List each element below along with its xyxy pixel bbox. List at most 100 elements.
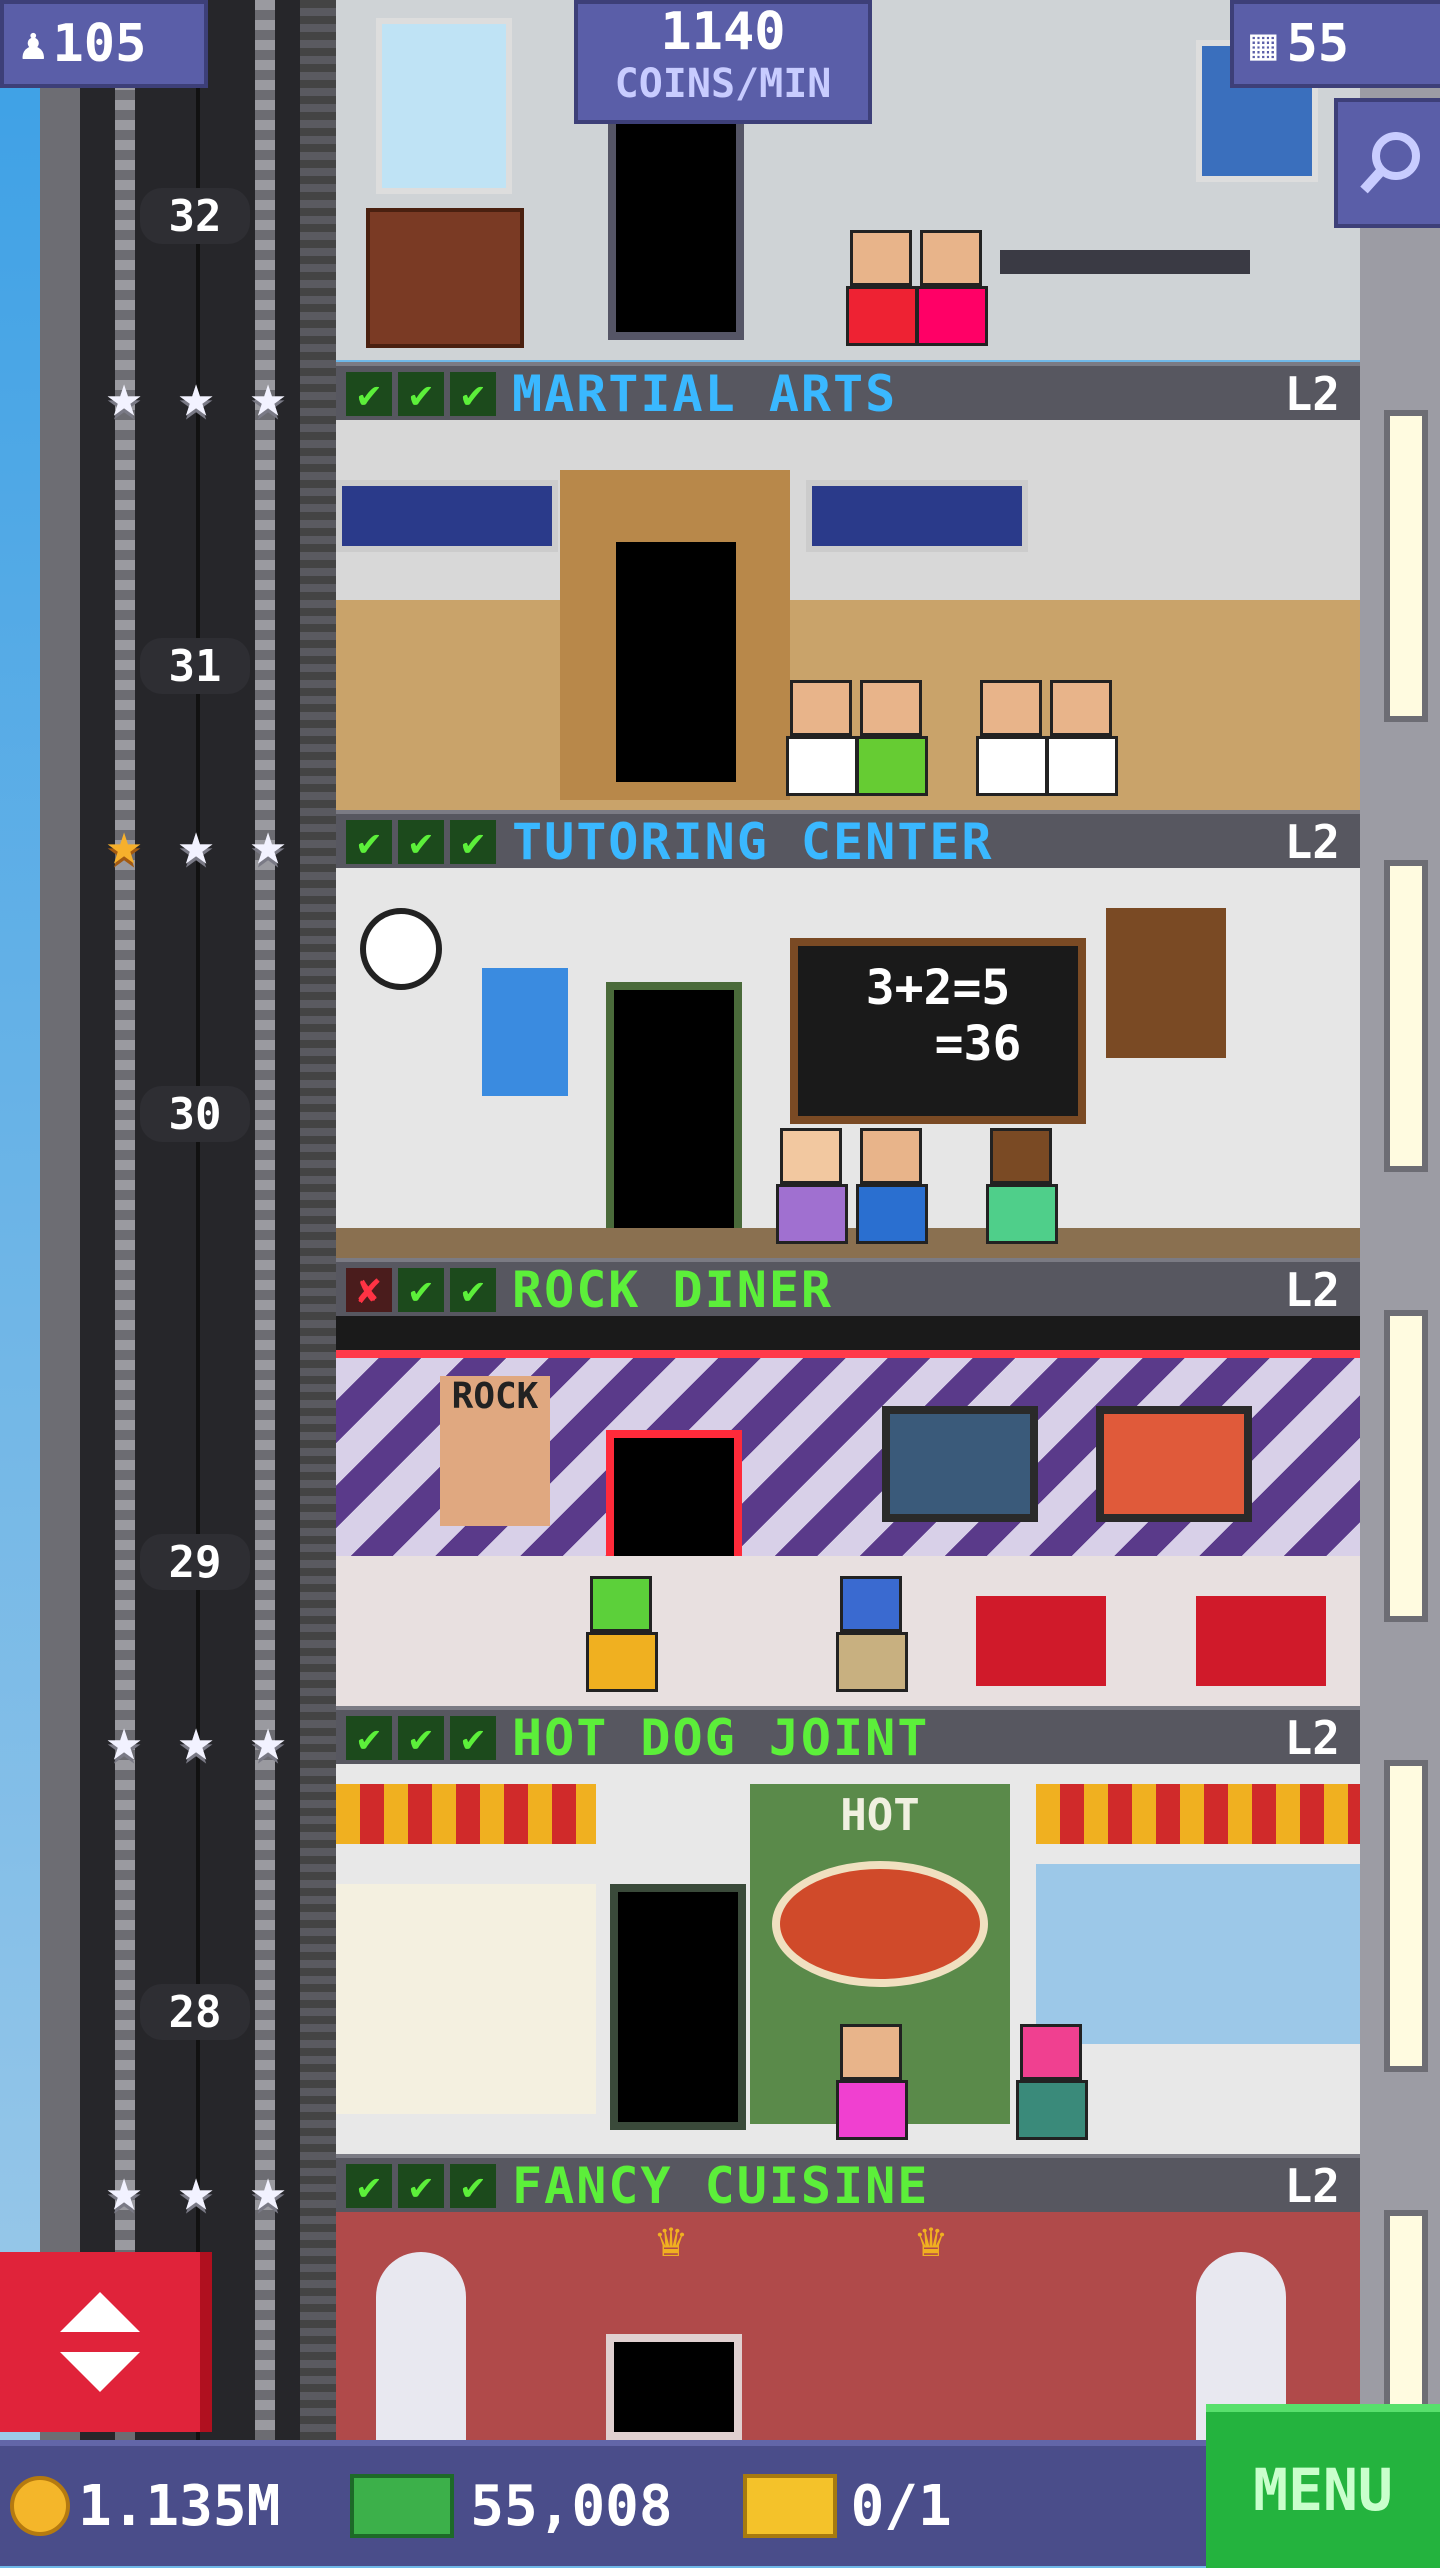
floor-banner[interactable]: ✔ ✔ ✔ TUTORING CENTER L2 <box>336 810 1360 871</box>
check-icon: ✔ <box>346 1716 392 1760</box>
poster-text: HOT <box>840 1790 920 1841</box>
check-icon: ✔ <box>398 2164 444 2208</box>
tower-resident[interactable] <box>986 1128 1058 1244</box>
tickets-display[interactable]: 0/1 <box>683 2474 952 2539</box>
bux-display[interactable]: 55,008 <box>290 2473 673 2539</box>
floor-level: L2 <box>1284 2159 1340 2213</box>
wall-banner <box>806 480 1028 552</box>
floor-banner[interactable]: ✔ ✔ ✔ HOT DOG JOINT L2 <box>336 1706 1360 1767</box>
tower-resident[interactable] <box>836 1576 908 1692</box>
ticket-icon <box>742 2474 837 2538</box>
apple-poster <box>482 968 568 1096</box>
floor-room[interactable]: ROCK <box>336 1316 1360 1706</box>
floor-number: 29 <box>140 1534 250 1590</box>
tower-resident[interactable] <box>776 1128 848 1244</box>
floor-counter[interactable]: ▦ 55 <box>1230 0 1440 88</box>
coins-per-minute-label: COINS/MIN <box>614 61 832 107</box>
desk <box>1000 250 1250 274</box>
floor-room[interactable]: HOT <box>336 1764 1360 2154</box>
bux-value: 55,008 <box>470 2473 673 2539</box>
menu-button[interactable]: MENU <box>1206 2404 1440 2568</box>
floor-number: 28 <box>140 1984 250 2040</box>
floor-stars: ★ ★ ★ <box>92 2158 300 2222</box>
building-icon: ▦ <box>1250 18 1277 70</box>
cross-icon: ✘ <box>346 1268 392 1312</box>
tower-resident[interactable] <box>1046 680 1118 796</box>
check-icon: ✔ <box>346 820 392 864</box>
tower-resident[interactable] <box>976 680 1048 796</box>
floor-stars: ★ ★ ★ <box>92 364 300 428</box>
search-icon <box>1360 132 1420 194</box>
tower-window <box>1384 1760 1428 2072</box>
check-icon: ✔ <box>450 1268 496 1312</box>
wall-painting <box>376 18 512 194</box>
floor-number: 32 <box>140 188 250 244</box>
floor-door <box>606 982 742 1238</box>
floor-name: FANCY CUISINE <box>512 2157 930 2215</box>
floor-level: L2 <box>1284 1263 1340 1317</box>
floor-stars: ★ ★ ★ <box>92 1708 300 1772</box>
chandelier-icon: ♛ <box>916 2212 946 2268</box>
floor-level: L2 <box>1284 367 1340 421</box>
floor-door <box>610 1884 746 2130</box>
tower-resident[interactable] <box>1016 2024 1088 2140</box>
clock-icon <box>360 908 442 990</box>
floor-name: TUTORING CENTER <box>512 813 994 871</box>
check-icon: ✔ <box>398 1268 444 1312</box>
diner-booth <box>976 1596 1106 1686</box>
diner-booth <box>1196 1596 1326 1686</box>
tower-window <box>1384 1310 1428 1622</box>
check-icon: ✔ <box>346 372 392 416</box>
tower-resident[interactable] <box>586 1576 658 1692</box>
bookshelf <box>1106 908 1226 1058</box>
silver-star-icon: ★ <box>177 361 215 431</box>
coins-display[interactable]: 1.135M <box>10 2474 280 2539</box>
coins-per-minute-value: 1140 <box>660 2 786 62</box>
silver-star-icon: ★ <box>105 2155 143 2225</box>
floor-room[interactable] <box>336 420 1360 810</box>
population-counter[interactable]: ♟ 105 <box>0 0 208 88</box>
floor-door <box>606 2334 742 2440</box>
tower-resident[interactable] <box>836 2024 908 2140</box>
floor-room[interactable]: 3+2=5 =36 <box>336 868 1360 1258</box>
floor-name: HOT DOG JOINT <box>512 1709 930 1767</box>
chalkboard: 3+2=5 =36 <box>790 938 1086 1124</box>
silver-star-icon: ★ <box>249 809 287 879</box>
floor-number: 30 <box>140 1086 250 1142</box>
silver-star-icon: ★ <box>105 1705 143 1775</box>
bookshelf <box>366 208 524 348</box>
silver-star-icon: ★ <box>177 2155 215 2225</box>
check-icon: ✔ <box>450 1716 496 1760</box>
chalkboard-equation: 3+2=5 <box>865 960 1011 1016</box>
rock-poster: ROCK <box>440 1376 550 1526</box>
tower-right-wall <box>1360 0 1440 2440</box>
tower-left-wall <box>40 0 80 2440</box>
condiment-shelf <box>336 1884 596 2114</box>
tower-resident[interactable] <box>786 680 858 796</box>
tower-resident[interactable] <box>916 230 988 346</box>
floor-banner[interactable]: ✔ ✔ ✔ FANCY CUISINE L2 <box>336 2154 1360 2215</box>
tower-resident[interactable] <box>846 230 918 346</box>
floor-strip <box>336 1228 1360 1258</box>
tower-window <box>1384 860 1428 1172</box>
silver-star-icon: ★ <box>249 1705 287 1775</box>
tower-resident[interactable] <box>856 1128 928 1244</box>
silver-star-icon: ★ <box>249 2155 287 2225</box>
silver-star-icon: ★ <box>177 1705 215 1775</box>
elevator-button[interactable] <box>0 2252 212 2432</box>
population-value: 105 <box>52 14 147 74</box>
coins-per-minute[interactable]: 1140 COINS/MIN <box>574 0 872 124</box>
tower-resident[interactable] <box>856 680 928 796</box>
floor-count-value: 55 <box>1286 14 1350 74</box>
silver-star-icon: ★ <box>105 361 143 431</box>
floor-level: L2 <box>1284 815 1340 869</box>
check-icon: ✔ <box>450 372 496 416</box>
floor-level: L2 <box>1284 1711 1340 1765</box>
wall-banner <box>336 480 558 552</box>
floor-banner[interactable]: ✔ ✔ ✔ MARTIAL ARTS L2 <box>336 362 1360 423</box>
floor-number: 31 <box>140 638 250 694</box>
silver-star-icon: ★ <box>177 809 215 879</box>
search-button[interactable] <box>1334 98 1440 228</box>
floor-banner[interactable]: ✘ ✔ ✔ ROCK DINER L2 <box>336 1258 1360 1319</box>
check-icon: ✔ <box>398 372 444 416</box>
